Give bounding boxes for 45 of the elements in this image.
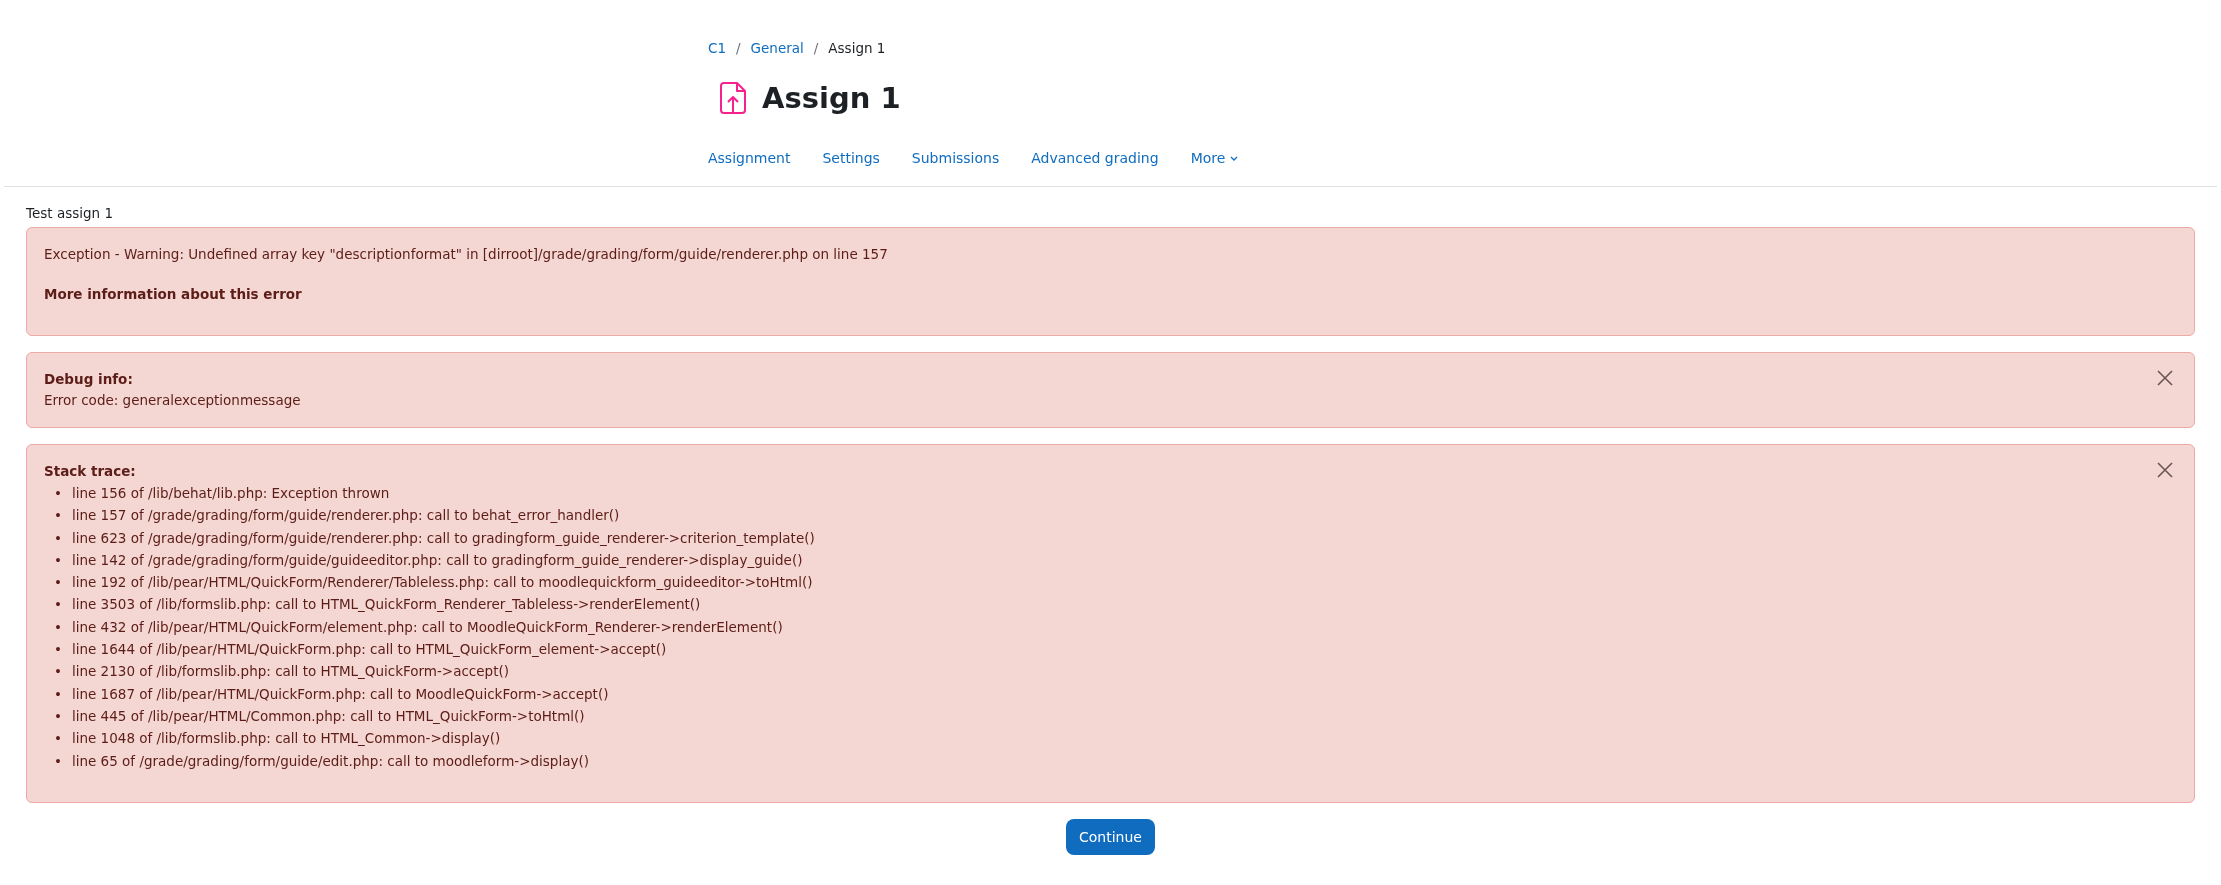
breadcrumb-separator: /	[813, 40, 819, 56]
stack-trace-line: line 1687 of /lib/pear/HTML/QuickForm.php: call to MoodleQuickForm->accept()	[71, 684, 609, 704]
stack-trace-line: line 156 of /lib/behat/lib.php: Exception thrown	[71, 484, 390, 503]
stack-trace-heading: Stack trace:	[44, 463, 136, 479]
bullet: •	[54, 751, 62, 771]
error-message: Exception - Warning: Undefined array key "descriptionformat" in [dirroot]/grade/grading/form/guide/renderer.php on line 157	[44, 246, 888, 262]
stack-trace-line: line 432 of /lib/pear/HTML/QuickForm/element.php: call to MoodleQuickForm_Renderer->renderElement()	[71, 617, 783, 637]
nav-tab[interactable]: Advanced grading	[1015, 142, 1175, 174]
bullet: •	[54, 706, 62, 726]
bullet: •	[54, 640, 62, 660]
stack-trace-line: line 1048 of /lib/formslib.php: call to HTML_Common->display()	[71, 729, 501, 749]
breadcrumb-current: Assign 1	[828, 40, 886, 56]
bullet: •	[54, 617, 62, 637]
error-code: Error code: generalexceptionmessage	[44, 392, 301, 408]
breadcrumb-separator: /	[736, 40, 741, 56]
bullet: •	[54, 729, 62, 749]
assignment-description: Test assign 1	[26, 205, 113, 221]
bullet: •	[54, 550, 62, 570]
stack-trace-line: line 2130 of /lib/formslib.php: call to HTML_QuickForm->accept()	[71, 662, 509, 682]
debug-heading: Debug info:	[44, 371, 133, 387]
stack-trace-line: line 445 of /lib/pear/HTML/Common.php: call to HTML_QuickForm->toHtml()	[71, 706, 585, 726]
bullet: •	[54, 684, 62, 704]
bullet: •	[54, 595, 62, 615]
bullet: •	[54, 528, 62, 548]
file-upload-icon	[720, 82, 746, 114]
nav-tab[interactable]: Submissions	[895, 142, 1016, 174]
nav-tab[interactable]: Assignment	[708, 142, 807, 174]
nav-tab[interactable]: More	[1174, 142, 1255, 174]
stack-trace-line: line 157 of /grade/grading/form/guide/renderer.php: call to behat_error_handler()	[71, 506, 620, 526]
stack-trace-line: line 142 of /grade/grading/form/guide/guideeditor.php: call to gradingform_guide_renderer->display_guide()	[71, 550, 803, 570]
bullet: •	[54, 662, 62, 682]
stack-trace-line: line 3503 of /lib/formslib.php: call to HTML_QuickForm_Renderer_Tableless->renderElement()	[71, 595, 701, 615]
breadcrumb-link[interactable]: C1	[708, 40, 726, 56]
breadcrumb-link[interactable]: General	[750, 40, 804, 56]
continue-button[interactable]: Continue	[1066, 818, 1155, 855]
stack-trace-line: line 65 of /grade/grading/form/guide/edit.php: call to moodleform->display()	[71, 751, 589, 771]
page-title: Assign 1	[762, 81, 901, 115]
stack-trace-line: line 1644 of /lib/pear/HTML/QuickForm.php: call to HTML_QuickForm_element->accept()	[71, 640, 667, 660]
bullet: •	[54, 506, 62, 526]
bullet: •	[54, 573, 62, 593]
bullet: •	[54, 484, 62, 503]
stack-trace-line: line 623 of /grade/grading/form/guide/renderer.php: call to gradingform_guide_renderer->criterion_template()	[71, 528, 815, 548]
more-info-heading: More information about this error	[44, 286, 302, 302]
nav-tab[interactable]: Settings	[806, 142, 896, 174]
stack-trace-line: line 192 of /lib/pear/HTML/QuickForm/Renderer/Tableless.php: call to moodlequickform_guideeditor->toHtml()	[71, 573, 813, 593]
